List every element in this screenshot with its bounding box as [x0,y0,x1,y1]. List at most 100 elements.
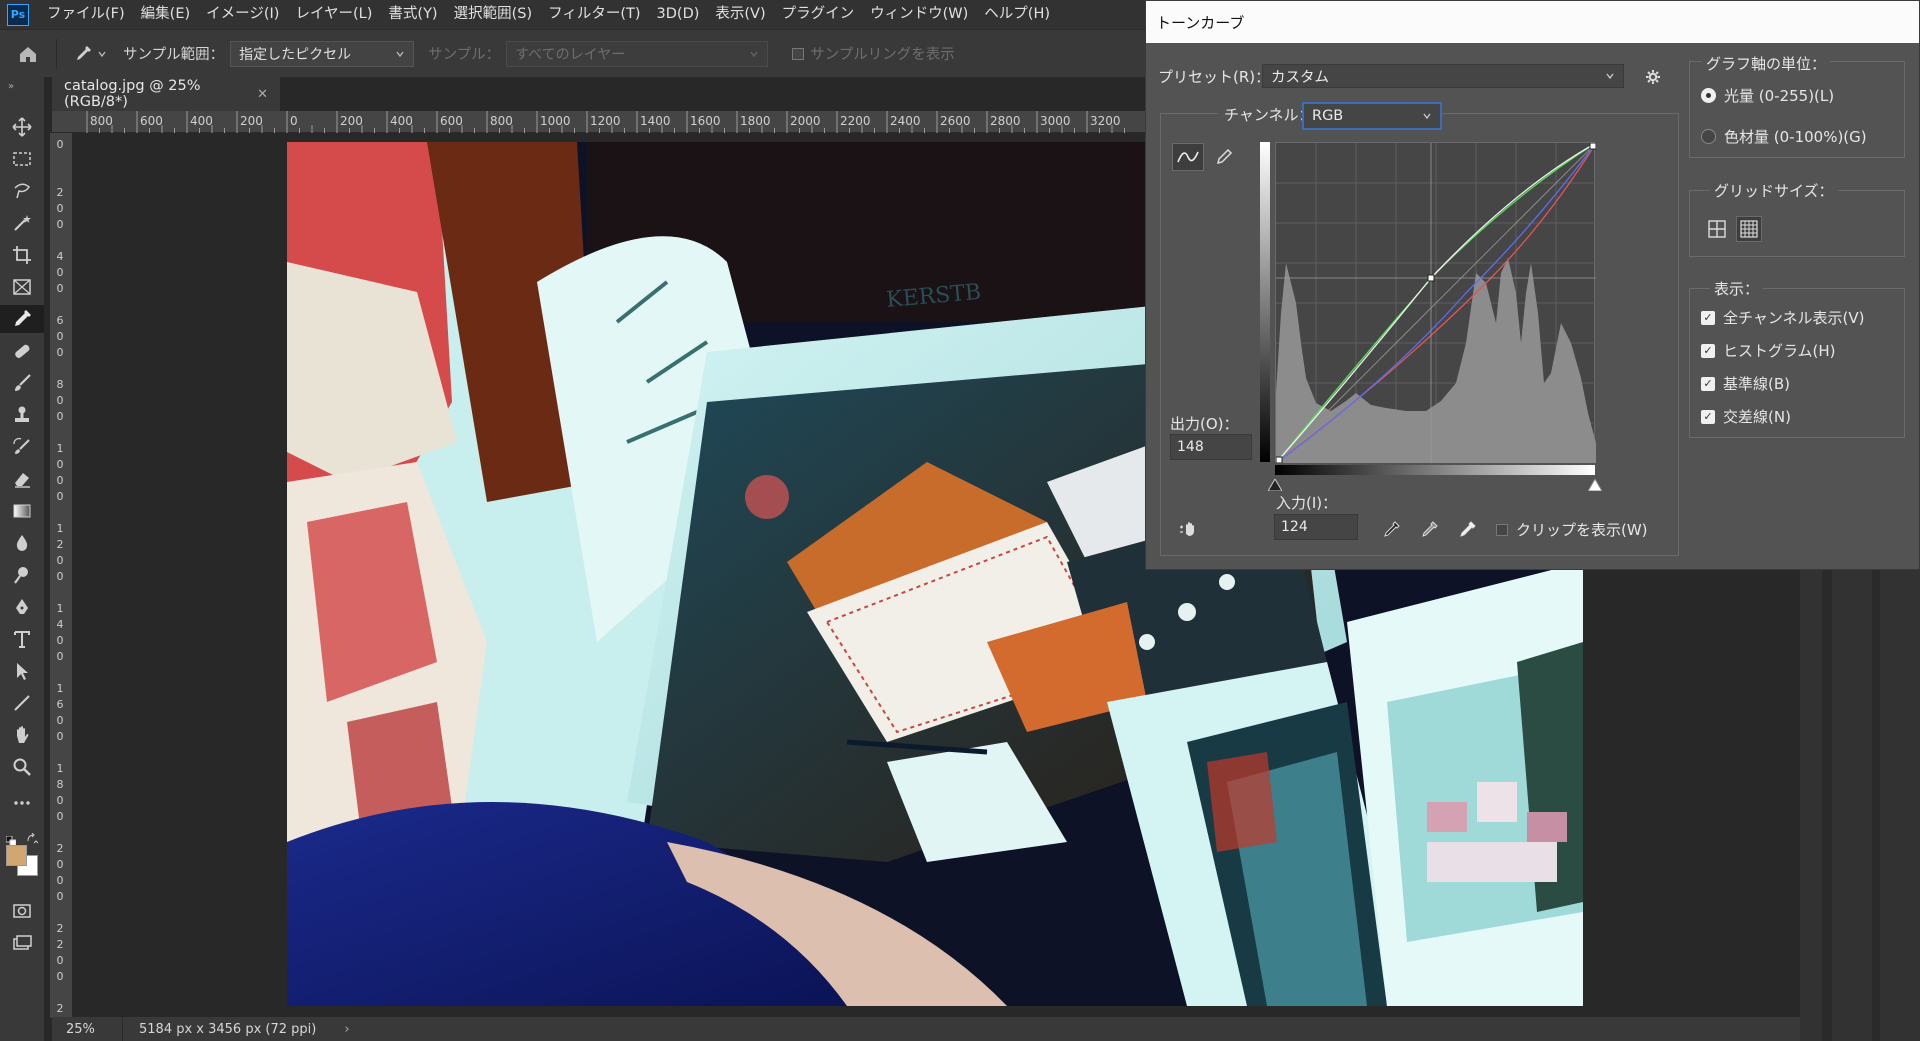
menu-file[interactable]: ファイル(F) [39,0,133,29]
frame-tool-icon[interactable] [0,273,44,301]
checkbox-checked-icon[interactable]: ✓ [1701,409,1715,424]
vertical-ruler-digits: 0200400600800100012001400160018002000220… [56,138,64,1041]
screen-mode-icon[interactable] [0,929,44,957]
preset-select[interactable]: カスタム [1262,64,1624,88]
pen-tool-icon[interactable] [0,593,44,621]
foreground-color-swatch[interactable] [6,845,27,866]
chevron-right-icon[interactable]: › [344,1022,349,1037]
menu-help[interactable]: ヘルプ(H) [976,0,1058,29]
swap-colors-icon[interactable] [26,831,39,844]
menu-view[interactable]: 表示(V) [707,0,773,29]
show-clipping-checkbox[interactable] [1496,523,1508,536]
magic-wand-tool-icon[interactable] [0,209,44,237]
quick-mask-icon[interactable] [0,897,44,925]
healing-brush-tool-icon[interactable] [0,337,44,365]
close-tab-icon[interactable]: ✕ [257,87,268,102]
lasso-tool-icon[interactable] [0,177,44,205]
gray-point-eyedropper-icon[interactable] [1416,517,1442,543]
menu-filter[interactable]: フィルター(T) [540,0,648,29]
targeted-adjustment-hand-icon[interactable] [1176,517,1204,541]
photoshop-logo-icon[interactable]: Ps [7,3,29,26]
eyedropper-tool-icon[interactable] [0,305,44,333]
history-brush-tool-icon[interactable] [0,433,44,461]
type-tool-icon[interactable] [0,625,44,653]
line-tool-icon[interactable] [0,689,44,717]
grid-4x4-icon[interactable] [1704,216,1730,242]
crop-tool-icon[interactable] [0,241,44,269]
menu-type[interactable]: 書式(Y) [380,0,445,29]
checkbox-checked-icon[interactable]: ✓ [1701,376,1715,391]
display-title: 表示： [1710,278,1764,299]
pencil-draw-icon[interactable] [1208,143,1240,171]
menu-layer[interactable]: レイヤー(L) [287,0,380,29]
home-icon[interactable] [0,43,56,65]
checkbox-checked-icon[interactable]: ✓ [1701,343,1715,358]
dialog-title-bar[interactable]: トーンカーブ [1146,1,1919,43]
menu-edit[interactable]: 編集(E) [133,0,198,29]
input-field[interactable]: 124 [1274,514,1358,540]
zoom-level[interactable]: 25% [52,1022,122,1037]
ruler-label: 2400 [890,114,921,128]
channel-select[interactable]: RGB [1302,102,1442,130]
curve-point[interactable] [1427,274,1435,282]
black-point-eyedropper-icon[interactable] [1378,517,1404,543]
brush-tool-icon[interactable] [0,369,44,397]
curve-point[interactable] [1276,456,1283,463]
ruler-label: 600 [140,114,163,128]
channel-value: RGB [1312,108,1344,124]
eraser-tool-icon[interactable] [0,465,44,493]
sample-select[interactable]: すべてのレイヤー [506,40,769,67]
collapse-icon[interactable]: » [8,81,14,92]
ruler-label: 3000 [1040,114,1071,128]
white-point-slider-icon[interactable] [1588,479,1602,491]
default-colors-icon[interactable] [5,832,17,847]
unit-pigment-radio[interactable] [1701,129,1716,144]
ruler-label: 600 [440,114,463,128]
white-point-eyedropper-icon[interactable] [1454,517,1480,543]
output-field[interactable]: 148 [1170,434,1252,460]
show-clipping-option[interactable]: クリップを表示(W) [1496,519,1648,540]
unit-light-radio[interactable] [1701,88,1716,103]
sampling-ring-option[interactable]: サンプルリングを表示 [792,43,955,64]
black-point-slider-icon[interactable] [1268,479,1282,491]
ruler-label: 3200 [1090,114,1121,128]
checkbox-checked-icon[interactable]: ✓ [1701,310,1715,325]
zoom-tool-icon[interactable] [0,753,44,781]
ruler-label: 2200 [840,114,871,128]
sample-size-select[interactable]: 指定したピクセル [230,40,415,67]
menu-window[interactable]: ウィンドウ(W) [862,0,976,29]
more-tools-icon[interactable] [0,789,44,817]
move-tool-icon[interactable] [0,113,44,141]
clone-stamp-tool-icon[interactable] [0,401,44,429]
curves-graph[interactable] [1275,142,1596,463]
unit-pigment-option[interactable]: 色材量 (0-100%)(G) [1701,126,1867,147]
display-option-label: ヒストグラム(H) [1723,342,1836,360]
display-option-label: 交差線(N) [1723,408,1791,426]
unit-light-option[interactable]: 光量 (0-255)(L) [1701,85,1834,106]
display-option-all-channels[interactable]: ✓ 全チャンネル表示(V) [1701,307,1865,328]
document-tab[interactable]: catalog.jpg @ 25% (RGB/8*) ✕ [52,77,280,111]
hand-tool-icon[interactable] [0,721,44,749]
curve-point[interactable] [1589,143,1596,150]
menu-3d[interactable]: 3D(D) [649,0,708,29]
eyedropper-tool-preset-icon[interactable] [73,44,107,64]
menu-image[interactable]: イメージ(I) [198,0,287,29]
preset-label: プリセット(R)： [1158,68,1271,86]
marquee-tool-icon[interactable] [0,145,44,173]
display-option-histogram[interactable]: ✓ ヒストグラム(H) [1701,340,1836,361]
ruler-label: 1200 [590,114,621,128]
display-option-intersection[interactable]: ✓ 交差線(N) [1701,406,1791,427]
menu-plugins[interactable]: プラグイン [774,0,863,29]
grid-10x10-icon[interactable] [1736,216,1762,242]
menu-select[interactable]: 選択範囲(S) [446,0,541,29]
display-option-baseline[interactable]: ✓ 基準線(B) [1701,373,1790,394]
sampling-ring-checkbox[interactable] [792,47,805,60]
curve-edit-points-icon[interactable] [1172,143,1204,171]
blur-tool-icon[interactable] [0,529,44,557]
dodge-tool-icon[interactable] [0,561,44,589]
path-selection-tool-icon[interactable] [0,657,44,685]
gradient-tool-icon[interactable] [0,497,44,525]
preset-options-gear-icon[interactable] [1640,65,1666,89]
ruler-label: 1400 [640,114,671,128]
output-value: 148 [1177,439,1204,455]
